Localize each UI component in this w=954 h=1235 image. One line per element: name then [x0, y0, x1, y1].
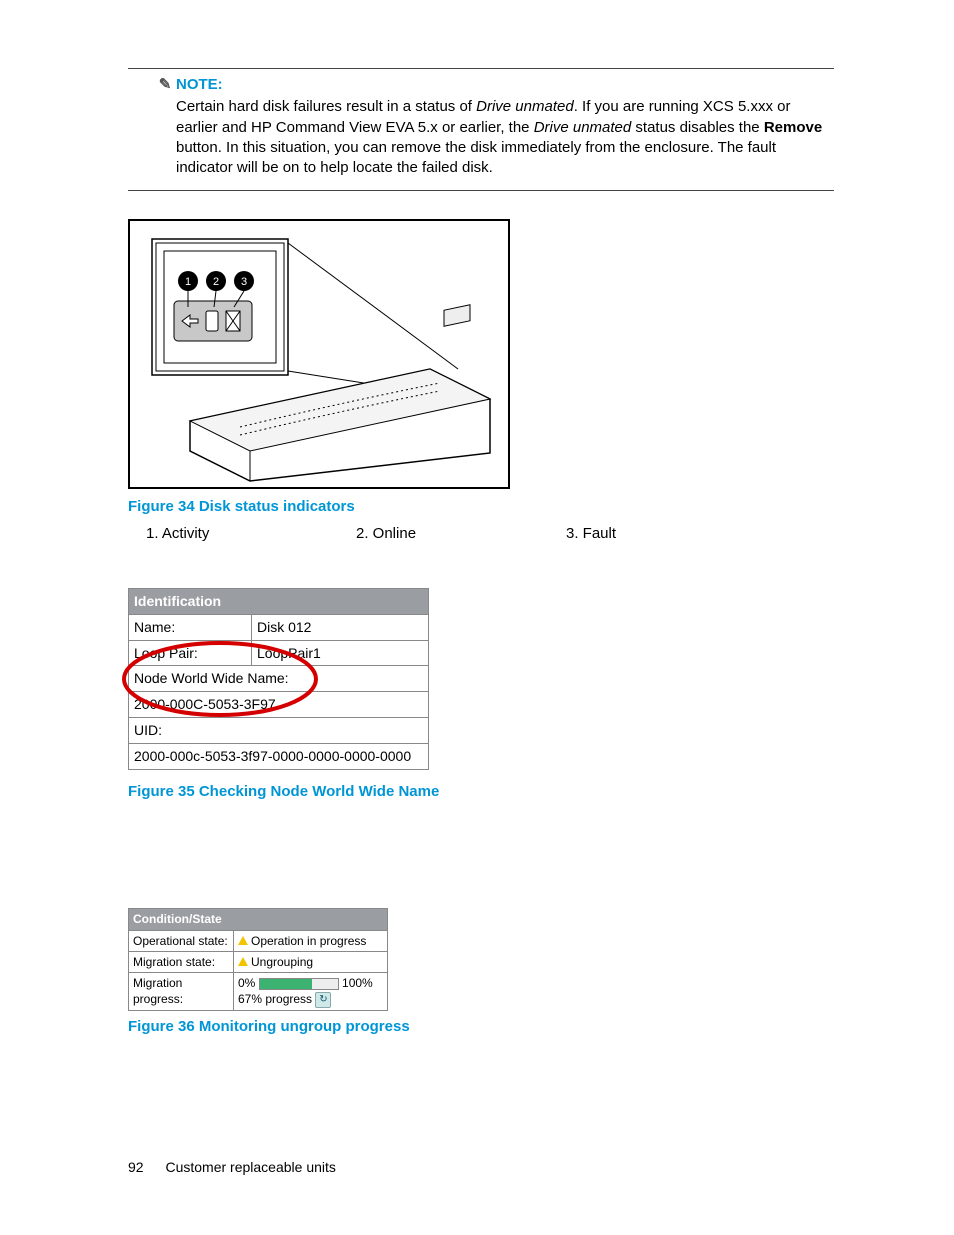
id-name-label: Name:	[129, 614, 252, 640]
page-footer: 92 Customer replaceable units	[128, 1158, 336, 1177]
warning-icon	[238, 936, 248, 945]
note-heading: ✎NOTE:	[156, 75, 834, 95]
note-body: Certain hard disk failures result in a s…	[176, 97, 830, 178]
figure-36-caption: Figure 36 Monitoring ungroup progress	[128, 1017, 834, 1037]
identification-header: Identification	[129, 588, 429, 614]
refresh-icon[interactable]: ↻	[315, 992, 331, 1008]
note-italic: Drive unmated	[534, 119, 632, 136]
note-text: status disables the	[631, 119, 764, 136]
figure-34-illustration: 1 2 3	[128, 219, 510, 489]
id-name-value: Disk 012	[252, 614, 429, 640]
progress-fill	[260, 979, 312, 989]
figure-34-legend: 1. Activity 2. Online 3. Fault	[146, 524, 834, 544]
mig-state-text: Ungrouping	[251, 955, 313, 969]
condition-state-table: Condition/State Operational state: Opera…	[128, 908, 388, 1011]
note-callout: ✎NOTE: Certain hard disk failures result…	[128, 68, 834, 191]
op-state-text: Operation in progress	[251, 934, 366, 948]
note-heading-text: NOTE:	[176, 76, 223, 93]
prog-100-label: 100%	[342, 976, 373, 990]
legend-item: 1. Activity	[146, 524, 356, 544]
prog-text: 67% progress	[238, 992, 312, 1006]
svg-text:3: 3	[241, 276, 247, 288]
progress-bar	[259, 978, 339, 990]
legend-item: 2. Online	[356, 524, 566, 544]
op-state-value: Operation in progress	[234, 930, 388, 951]
footer-title: Customer replaceable units	[165, 1159, 335, 1175]
op-state-label: Operational state:	[129, 930, 234, 951]
id-uid-value: 2000-000c-5053-3f97-0000-0000-0000-0000	[129, 744, 429, 770]
id-nwwn-label: Node World Wide Name:	[129, 666, 429, 692]
mig-prog-label: Migration progress:	[129, 973, 234, 1011]
note-icon: ✎	[156, 75, 174, 95]
condition-header: Condition/State	[129, 909, 388, 930]
mig-prog-value: 0% 100% 67% progress ↻	[234, 973, 388, 1011]
mig-state-value: Ungrouping	[234, 951, 388, 972]
identification-table: Identification Name: Disk 012 Loop Pair:…	[128, 588, 429, 770]
note-text: Certain hard disk failures result in a s…	[176, 98, 476, 115]
svg-text:2: 2	[213, 276, 219, 288]
id-loop-value: LoopPair1	[252, 640, 429, 666]
page-number: 92	[128, 1159, 144, 1175]
note-italic: Drive unmated	[476, 98, 574, 115]
mig-state-label: Migration state:	[129, 951, 234, 972]
id-nwwn-value: 2000-000C-5053-3F97	[129, 692, 429, 718]
id-uid-label: UID:	[129, 718, 429, 744]
figure-35-caption: Figure 35 Checking Node World Wide Name	[128, 782, 834, 802]
svg-text:1: 1	[185, 276, 191, 288]
id-loop-label: Loop Pair:	[129, 640, 252, 666]
figure-34-caption: Figure 34 Disk status indicators	[128, 497, 834, 517]
warning-icon	[238, 957, 248, 966]
note-text: button. In this situation, you can remov…	[176, 139, 776, 176]
legend-item: 3. Fault	[566, 524, 776, 544]
prog-0-label: 0%	[238, 976, 255, 990]
note-bold: Remove	[764, 119, 822, 136]
